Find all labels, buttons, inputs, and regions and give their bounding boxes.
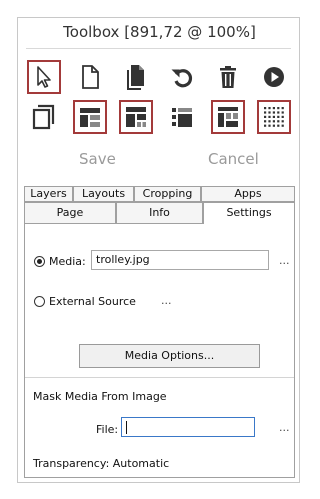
layout-top-button[interactable] bbox=[73, 100, 107, 134]
layout-top-icon bbox=[80, 108, 100, 127]
tab-page[interactable]: Page bbox=[24, 202, 116, 224]
tab-layouts[interactable]: Layouts bbox=[73, 186, 134, 202]
play-icon bbox=[264, 67, 284, 87]
delete-button[interactable] bbox=[211, 60, 245, 94]
select-arrow-icon bbox=[37, 66, 51, 88]
settings-tab-panel: Media: trolley.jpg ... External Source .… bbox=[24, 224, 295, 478]
delete-icon bbox=[220, 66, 236, 88]
file-field[interactable] bbox=[121, 417, 255, 437]
new-page-button[interactable] bbox=[73, 60, 107, 94]
dot-grid-icon bbox=[264, 107, 284, 127]
cancel-button[interactable]: Cancel bbox=[208, 150, 259, 168]
mask-heading: Mask Media From Image bbox=[33, 390, 167, 403]
undo-button[interactable] bbox=[165, 60, 199, 94]
copy-page-button[interactable] bbox=[119, 60, 153, 94]
copy-page-icon bbox=[127, 65, 144, 90]
media-label: Media: bbox=[49, 255, 86, 268]
tab-info[interactable]: Info bbox=[116, 202, 203, 224]
tab-cropping[interactable]: Cropping bbox=[134, 186, 201, 202]
page-layout-icon bbox=[32, 104, 55, 130]
media-field[interactable]: trolley.jpg bbox=[91, 250, 269, 270]
external-source-radio[interactable] bbox=[34, 296, 45, 307]
undo-icon bbox=[171, 69, 193, 88]
tab-layers[interactable]: Layers bbox=[24, 186, 73, 202]
select-tool-button[interactable] bbox=[27, 60, 61, 94]
page-layout-button[interactable] bbox=[27, 100, 61, 134]
save-button[interactable]: Save bbox=[79, 150, 116, 168]
transparency-label: Transparency: Automatic bbox=[33, 457, 170, 470]
layout-center-button[interactable] bbox=[165, 100, 199, 134]
text-caret bbox=[126, 421, 127, 434]
file-browse-button[interactable]: ... bbox=[279, 421, 290, 434]
external-source-label: External Source bbox=[49, 295, 136, 308]
divider bbox=[25, 377, 294, 378]
file-label: File: bbox=[96, 423, 119, 436]
tab-settings[interactable]: Settings bbox=[203, 202, 295, 225]
tab-apps[interactable]: Apps bbox=[201, 186, 295, 202]
media-browse-button[interactable]: ... bbox=[279, 254, 290, 267]
layout-center-icon bbox=[172, 108, 192, 127]
media-options-button[interactable]: Media Options... bbox=[79, 344, 260, 368]
dot-grid-button[interactable] bbox=[257, 100, 291, 134]
external-source-browse-button[interactable]: ... bbox=[161, 294, 172, 307]
window-title: Toolbox [891,72 @ 100%] bbox=[63, 23, 256, 41]
layout-split-icon bbox=[126, 107, 146, 127]
play-button[interactable] bbox=[257, 60, 291, 94]
divider bbox=[26, 48, 291, 49]
toolbox-panel: Toolbox [891,72 @ 100%] Save Cancel Laye… bbox=[17, 17, 300, 483]
layout-grid-icon bbox=[218, 107, 238, 127]
new-page-icon bbox=[82, 65, 99, 89]
layout-grid-button[interactable] bbox=[211, 100, 245, 134]
layout-split-button[interactable] bbox=[119, 100, 153, 134]
media-radio[interactable] bbox=[34, 256, 45, 267]
